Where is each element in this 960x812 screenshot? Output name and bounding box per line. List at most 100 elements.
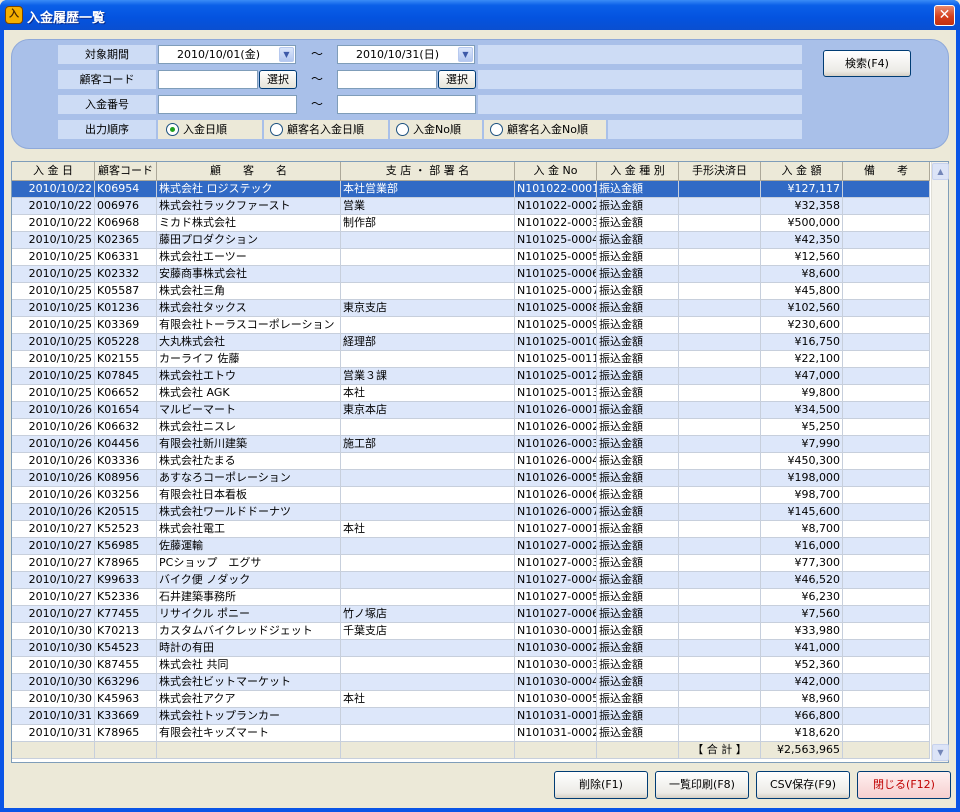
table-row[interactable]: 2010/10/26 K04456 有限会社新川建築 施工部 N101026-0003 振…: [12, 436, 930, 453]
table-row[interactable]: 2010/10/22 006976 株式会社ラックファースト 営業 N101022-00…: [12, 198, 930, 215]
table-row[interactable]: 2010/10/26 K08956 あすなろコーポレーション N101026-0005…: [12, 470, 930, 487]
table-row[interactable]: 2010/10/26 K03256 有限会社日本看板 N101026-0006 振込金額…: [12, 487, 930, 504]
table-row[interactable]: 2010/10/26 K06632 株式会社ニスレ N101026-0002 振込金額 ¥…: [12, 419, 930, 436]
radio-icon[interactable]: [270, 123, 283, 136]
table-cell: ¥33,980: [761, 623, 843, 640]
select-from-button[interactable]: 選択: [259, 70, 297, 89]
vertical-scrollbar[interactable]: ▲ ▼: [931, 162, 949, 762]
radio-icon[interactable]: [490, 123, 503, 136]
customer-code-to-input[interactable]: [337, 70, 437, 89]
date-from-combo[interactable]: 2010/10/01(金) ▼: [158, 45, 296, 64]
table-row[interactable]: 2010/10/27 K52523 株式会社電工 本社 N101027-0001 振込金額…: [12, 521, 930, 538]
radio-checked-icon[interactable]: [166, 123, 179, 136]
table-row[interactable]: 2010/10/25 K02365 藤田プロダクション N101025-0004 振込金…: [12, 232, 930, 249]
table-cell: 石井建築事務所: [157, 589, 341, 606]
radio-icon[interactable]: [396, 123, 409, 136]
total-cell: [12, 742, 95, 759]
table-cell: 2010/10/27: [12, 521, 95, 538]
table-cell: [679, 606, 761, 623]
table-row[interactable]: 2010/10/27 K52336 石井建築事務所 N101027-0005 振込金額 ¥…: [12, 589, 930, 606]
table-row[interactable]: 2010/10/25 K03369 有限会社トーラスコーポレーション N101025-…: [12, 317, 930, 334]
table-cell: [679, 198, 761, 215]
total-cell: [95, 742, 157, 759]
table-cell: K05228: [95, 334, 157, 351]
search-panel: 対象期間 2010/10/01(金) ▼ 〜 2010/10/31(日) ▼ 顧…: [11, 39, 949, 149]
table-row[interactable]: 2010/10/30 K54523 時計の有田 N101030-0002 振込金額 ¥41…: [12, 640, 930, 657]
table-cell: N101025-0005: [515, 249, 597, 266]
select-to-button[interactable]: 選択: [438, 70, 476, 89]
table-row[interactable]: 2010/10/25 K07845 株式会社エトウ 営業３課 N101025-0012 振…: [12, 368, 930, 385]
csv-save-button[interactable]: CSV保存(F9): [756, 771, 850, 799]
column-header[interactable]: 備 考: [843, 162, 930, 181]
column-header[interactable]: 入 金 No: [515, 162, 597, 181]
scroll-down-icon[interactable]: ▼: [932, 744, 949, 761]
close-window-button[interactable]: ✕: [934, 5, 955, 26]
title-bar[interactable]: 入 入金履歴一覧 ✕: [0, 0, 960, 30]
table-cell: K52523: [95, 521, 157, 538]
table-cell: 株式会社エーツー: [157, 249, 341, 266]
chevron-down-icon[interactable]: ▼: [458, 47, 473, 62]
print-list-button[interactable]: 一覧印刷(F8): [655, 771, 749, 799]
table-cell: N101026-0002: [515, 419, 597, 436]
table-row[interactable]: 2010/10/25 K02332 安藤商事株式会社 N101025-0006 振込金額…: [12, 266, 930, 283]
order-option-name-no[interactable]: 顧客名入金No順: [484, 120, 606, 139]
table-row[interactable]: 2010/10/27 K78965 PCショップ エグサ N101027-0003 振込…: [12, 555, 930, 572]
column-header[interactable]: 入 金 日: [12, 162, 95, 181]
receipt-no-to-input[interactable]: [337, 95, 476, 114]
table-cell: [341, 555, 515, 572]
table-row[interactable]: 2010/10/26 K03336 株式会社たまる N101026-0004 振込金額 ¥…: [12, 453, 930, 470]
table-cell: 2010/10/27: [12, 589, 95, 606]
close-button[interactable]: 閉じる(F12): [857, 771, 951, 799]
table-row[interactable]: 2010/10/31 K78965 有限会社キッズマート N101031-0002 振込…: [12, 725, 930, 742]
order-option-no[interactable]: 入金No順: [390, 120, 482, 139]
table-row[interactable]: 2010/10/27 K56985 佐藤運輸 N101027-0002 振込金額 ¥16,…: [12, 538, 930, 555]
table-row[interactable]: 2010/10/25 K06652 株式会社 AGK 本社 N101025-0013 振込…: [12, 385, 930, 402]
table-cell: 本社営業部: [341, 181, 515, 198]
table-row[interactable]: 2010/10/25 K05587 株式会社三角 N101025-0007 振込金額 ¥4…: [12, 283, 930, 300]
table-row[interactable]: 2010/10/22 K06954 株式会社 ロジステック 本社営業部 N101022-…: [12, 181, 930, 198]
column-header[interactable]: 入 金 種 別: [597, 162, 679, 181]
chevron-down-icon[interactable]: ▼: [279, 47, 294, 62]
table-cell: 振込金額: [597, 351, 679, 368]
column-header[interactable]: 手形決済日: [679, 162, 761, 181]
table-row[interactable]: 2010/10/25 K02155 カーライフ 佐藤 N101025-0011 振込金額…: [12, 351, 930, 368]
date-to-value: 2010/10/31(日): [356, 48, 439, 61]
table-row[interactable]: 2010/10/27 K99633 バイク便 ノダック N101027-0004 振込金…: [12, 572, 930, 589]
date-to-combo[interactable]: 2010/10/31(日) ▼: [337, 45, 475, 64]
table-cell: [341, 453, 515, 470]
table-cell: K70213: [95, 623, 157, 640]
order-option-name-date[interactable]: 顧客名入金日順: [264, 120, 388, 139]
column-header[interactable]: 顧 客 名: [157, 162, 341, 181]
table-cell: ¥198,000: [761, 470, 843, 487]
table-row[interactable]: 2010/10/26 K01654 マルビーマート 東京本店 N101026-0001 振…: [12, 402, 930, 419]
table-row[interactable]: 2010/10/30 K87455 株式会社 共同 N101030-0003 振込金額 ¥…: [12, 657, 930, 674]
table-row[interactable]: 2010/10/30 K70213 カスタムバイクレッドジェット 千葉支店 N10103…: [12, 623, 930, 640]
table-cell: [679, 266, 761, 283]
table-row[interactable]: 2010/10/22 K06968 ミカド株式会社 制作部 N101022-0003 振込…: [12, 215, 930, 232]
table-row[interactable]: 2010/10/27 K77455 リサイクル ポニー 竹ノ塚店 N101027-000…: [12, 606, 930, 623]
column-header[interactable]: 入 金 額: [761, 162, 843, 181]
scroll-up-icon[interactable]: ▲: [932, 163, 949, 180]
table-cell: ¥102,560: [761, 300, 843, 317]
table-row[interactable]: 2010/10/31 K33669 株式会社トップランカー N101031-0001 振…: [12, 708, 930, 725]
table-cell: 株式会社エトウ: [157, 368, 341, 385]
table-cell: [341, 725, 515, 742]
table-row[interactable]: 2010/10/25 K01236 株式会社タックス 東京支店 N101025-0008…: [12, 300, 930, 317]
search-button[interactable]: 検索(F4): [823, 50, 911, 77]
order-option-date[interactable]: 入金日順: [158, 120, 262, 139]
customer-code-from-input[interactable]: [158, 70, 258, 89]
receipt-no-from-input[interactable]: [158, 95, 297, 114]
table-cell: ¥5,250: [761, 419, 843, 436]
table-row[interactable]: 2010/10/25 K06331 株式会社エーツー N101025-0005 振込金額…: [12, 249, 930, 266]
table-row[interactable]: 2010/10/30 K45963 株式会社アクア 本社 N101030-0005 振込金…: [12, 691, 930, 708]
table-cell: 振込金額: [597, 249, 679, 266]
table-cell: 振込金額: [597, 487, 679, 504]
table-row[interactable]: 2010/10/25 K05228 大丸株式会社 経理部 N101025-0010 振込金…: [12, 334, 930, 351]
table-cell: [679, 589, 761, 606]
column-header[interactable]: 顧客コード: [95, 162, 157, 181]
column-header[interactable]: 支 店 ・ 部 署 名: [341, 162, 515, 181]
table-row[interactable]: 2010/10/26 K20515 株式会社ワールドドーナツ N101026-0007…: [12, 504, 930, 521]
table-cell: [843, 181, 930, 198]
delete-button[interactable]: 削除(F1): [554, 771, 648, 799]
table-row[interactable]: 2010/10/30 K63296 株式会社ビットマーケット N101030-0004…: [12, 674, 930, 691]
